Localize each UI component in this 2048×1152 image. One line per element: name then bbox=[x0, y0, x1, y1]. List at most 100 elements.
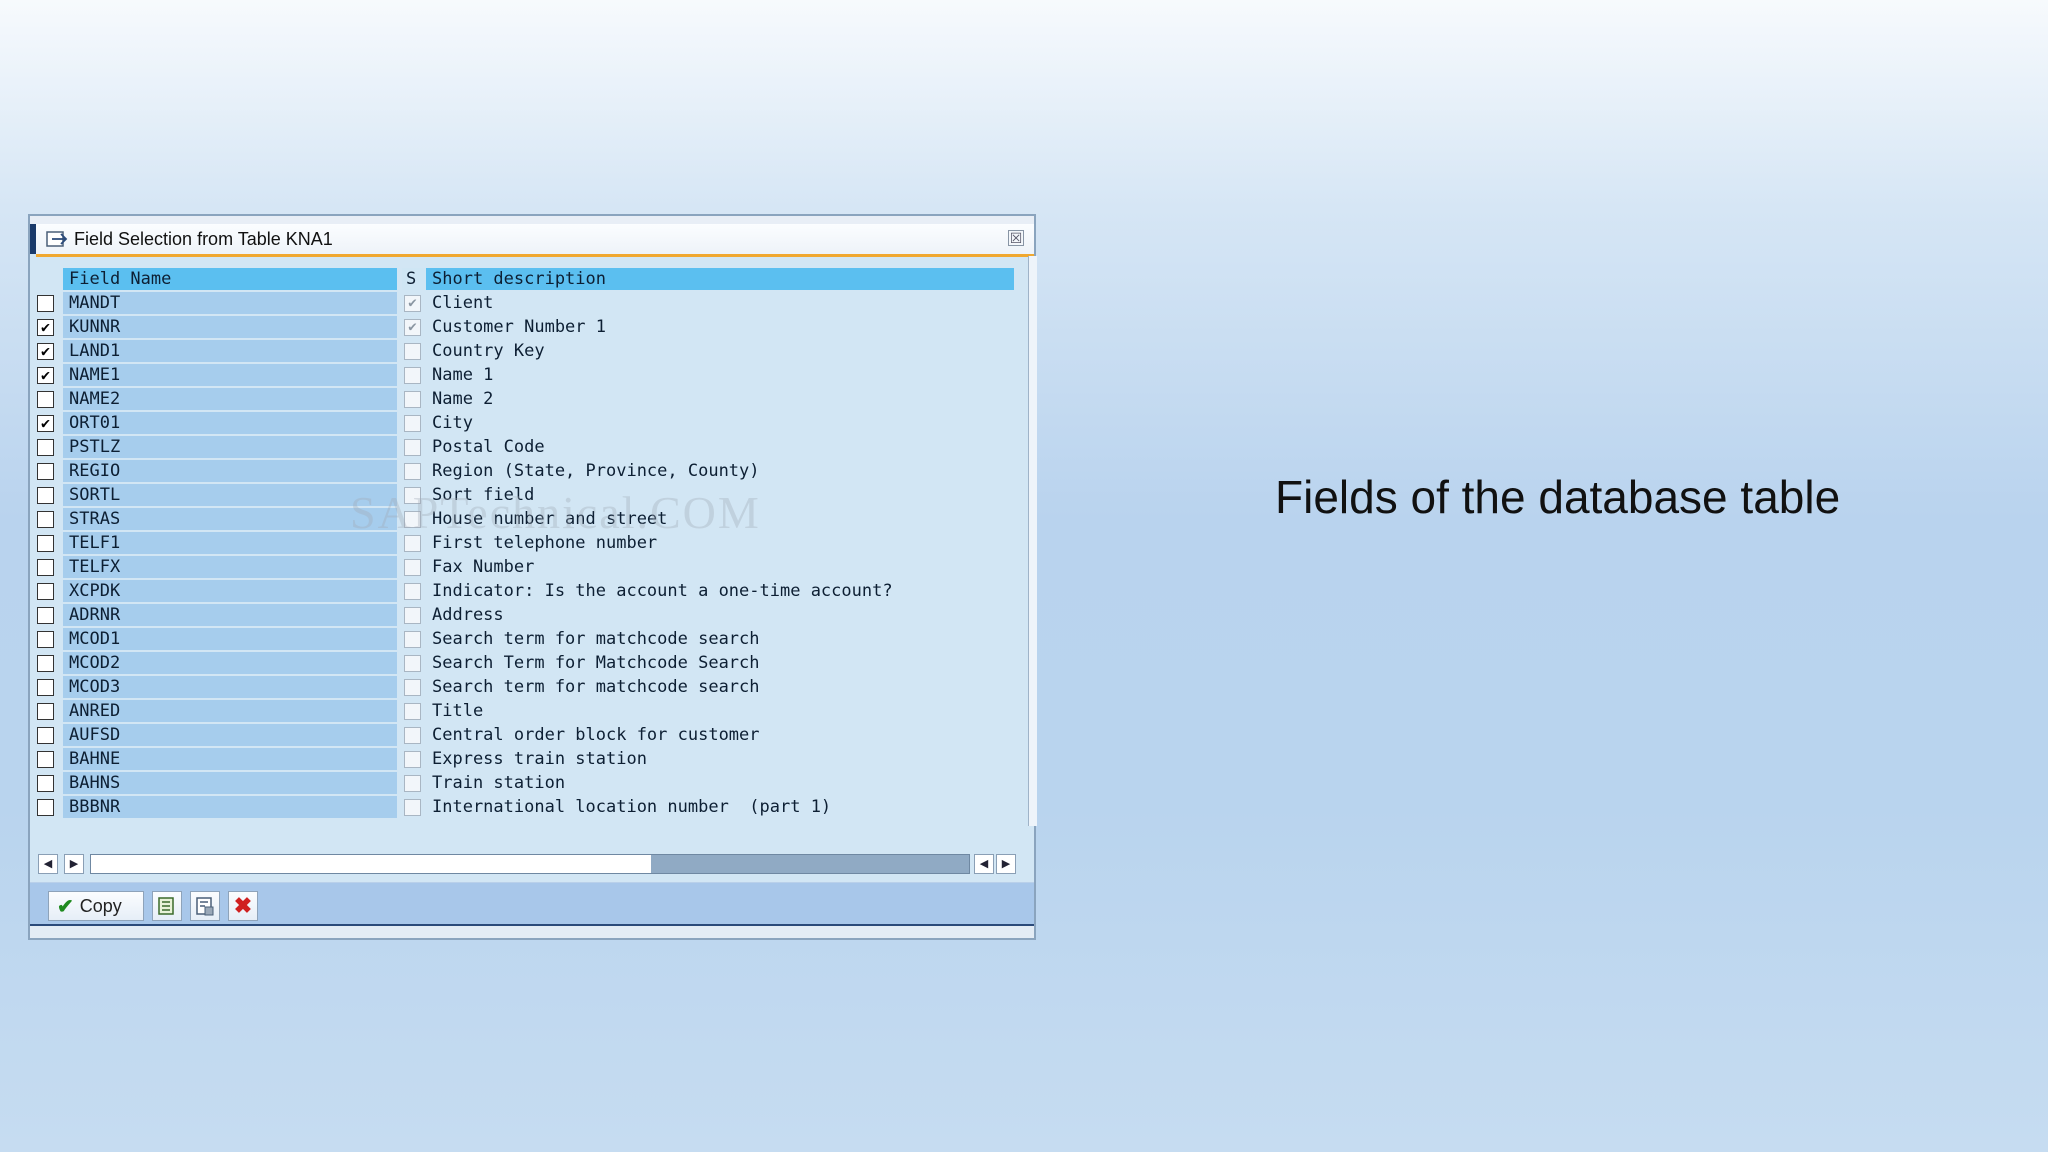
short-description-cell: Indicator: Is the account a one-time acc… bbox=[432, 581, 893, 601]
horizontal-scrollbar[interactable]: ◀ ▶ ◀ ▶ bbox=[38, 854, 1016, 874]
short-description-cell: Search term for matchcode search bbox=[432, 629, 760, 649]
field-name-cell: REGIO bbox=[63, 460, 397, 482]
s-checkbox: ✔ bbox=[404, 295, 421, 312]
row-select-checkbox[interactable] bbox=[37, 751, 54, 768]
short-description-cell: Postal Code bbox=[432, 437, 545, 457]
cancel-button[interactable]: ✖ bbox=[228, 891, 258, 921]
row-select-checkbox[interactable] bbox=[37, 559, 54, 576]
row-select-checkbox[interactable]: ✔ bbox=[37, 415, 54, 432]
table-row[interactable]: SORTL Sort field bbox=[30, 484, 1030, 506]
row-select-checkbox[interactable]: ✔ bbox=[37, 319, 54, 336]
short-description-cell: International location number (part 1) bbox=[432, 797, 832, 817]
select-all-icon bbox=[158, 897, 174, 915]
row-select-checkbox[interactable] bbox=[37, 775, 54, 792]
table-row[interactable]: STRAS House number and street bbox=[30, 508, 1030, 530]
row-select-checkbox[interactable] bbox=[37, 607, 54, 624]
row-select-checkbox[interactable] bbox=[37, 631, 54, 648]
short-description-cell: Search Term for Matchcode Search bbox=[432, 653, 760, 673]
field-name-cell: BAHNE bbox=[63, 748, 397, 770]
deselect-all-button[interactable] bbox=[190, 891, 220, 921]
table-row[interactable]: ✔ KUNNR ✔ Customer Number 1 bbox=[30, 316, 1030, 338]
scroll-page-right-icon[interactable]: ▶ bbox=[996, 854, 1016, 874]
table-row[interactable]: ANRED Title bbox=[30, 700, 1030, 722]
dialog-window-icon bbox=[46, 231, 68, 247]
scroll-right-icon[interactable]: ▶ bbox=[64, 854, 84, 874]
s-checkbox bbox=[404, 487, 421, 504]
s-checkbox bbox=[404, 439, 421, 456]
row-select-checkbox[interactable] bbox=[37, 583, 54, 600]
field-name-cell: ADRNR bbox=[63, 604, 397, 626]
row-select-checkbox[interactable] bbox=[37, 439, 54, 456]
row-select-checkbox[interactable] bbox=[37, 727, 54, 744]
row-select-checkbox[interactable] bbox=[37, 295, 54, 312]
table-row[interactable]: ADRNR Address bbox=[30, 604, 1030, 626]
s-checkbox bbox=[404, 535, 421, 552]
short-description-cell: City bbox=[432, 413, 473, 433]
s-checkbox bbox=[404, 775, 421, 792]
select-all-button[interactable] bbox=[152, 891, 182, 921]
scroll-thumb[interactable] bbox=[91, 855, 651, 873]
scroll-page-left-icon[interactable]: ◀ bbox=[974, 854, 994, 874]
table-row[interactable]: ✔ LAND1 Country Key bbox=[30, 340, 1030, 362]
table-row[interactable]: ✔ ORT01 City bbox=[30, 412, 1030, 434]
table-row[interactable]: TELFX Fax Number bbox=[30, 556, 1030, 578]
s-checkbox bbox=[404, 367, 421, 384]
table-row[interactable]: PSTLZ Postal Code bbox=[30, 436, 1030, 458]
field-name-cell: ORT01 bbox=[63, 412, 397, 434]
copy-button-label: Copy bbox=[79, 895, 122, 916]
close-button[interactable]: ☒ bbox=[1008, 230, 1024, 246]
s-checkbox bbox=[404, 583, 421, 600]
copy-button[interactable]: ✔ Copy bbox=[48, 891, 144, 921]
row-select-checkbox[interactable] bbox=[37, 679, 54, 696]
table-row[interactable]: TELF1 First telephone number bbox=[30, 532, 1030, 554]
table-row[interactable]: BAHNE Express train station bbox=[30, 748, 1030, 770]
row-select-checkbox[interactable] bbox=[37, 391, 54, 408]
column-header-field-name[interactable]: Field Name bbox=[63, 268, 397, 290]
row-select-checkbox[interactable] bbox=[37, 511, 54, 528]
short-description-cell: Express train station bbox=[432, 749, 647, 769]
checkmark-icon: ✔ bbox=[57, 895, 74, 918]
short-description-cell: Search term for matchcode search bbox=[432, 677, 760, 697]
vertical-scrollbar[interactable] bbox=[1028, 256, 1037, 826]
table-row[interactable]: MCOD3 Search term for matchcode search bbox=[30, 676, 1030, 698]
field-name-cell: KUNNR bbox=[63, 316, 397, 338]
table-row[interactable]: NAME2 Name 2 bbox=[30, 388, 1030, 410]
s-checkbox bbox=[404, 343, 421, 360]
table-row[interactable]: REGIO Region (State, Province, County) bbox=[30, 460, 1030, 482]
dialog-titlebar[interactable]: Field Selection from Table KNA1 ☒ bbox=[36, 224, 1034, 257]
s-checkbox bbox=[404, 655, 421, 672]
table-row[interactable]: MCOD2 Search Term for Matchcode Search bbox=[30, 652, 1030, 674]
row-select-checkbox[interactable] bbox=[37, 487, 54, 504]
field-name-cell: TELFX bbox=[63, 556, 397, 578]
column-header-short-description[interactable]: Short description bbox=[426, 268, 1014, 290]
row-select-checkbox[interactable] bbox=[37, 655, 54, 672]
row-select-checkbox[interactable] bbox=[37, 535, 54, 552]
row-select-checkbox[interactable]: ✔ bbox=[37, 343, 54, 360]
field-name-cell: AUFSD bbox=[63, 724, 397, 746]
s-checkbox bbox=[404, 391, 421, 408]
table-row[interactable]: ✔ NAME1 Name 1 bbox=[30, 364, 1030, 386]
dialog-toolbar: ✔ Copy ✖ bbox=[30, 882, 1034, 925]
table-row[interactable]: BBBNR International location number (part… bbox=[30, 796, 1030, 818]
field-name-cell: MCOD1 bbox=[63, 628, 397, 650]
short-description-cell: Address bbox=[432, 605, 504, 625]
s-checkbox bbox=[404, 511, 421, 528]
field-name-cell: MCOD3 bbox=[63, 676, 397, 698]
scroll-left-icon[interactable]: ◀ bbox=[38, 854, 58, 874]
short-description-cell: House number and street bbox=[432, 509, 668, 529]
row-select-checkbox[interactable] bbox=[37, 463, 54, 480]
table-row[interactable]: MCOD1 Search term for matchcode search bbox=[30, 628, 1030, 650]
table-row[interactable]: BAHNS Train station bbox=[30, 772, 1030, 794]
s-checkbox bbox=[404, 559, 421, 576]
table-row[interactable]: XCPDK Indicator: Is the account a one-tim… bbox=[30, 580, 1030, 602]
cancel-icon: ✖ bbox=[233, 893, 253, 918]
s-checkbox bbox=[404, 751, 421, 768]
row-select-checkbox[interactable] bbox=[37, 703, 54, 720]
table-row[interactable]: MANDT ✔ Client bbox=[30, 292, 1030, 314]
row-select-checkbox[interactable] bbox=[37, 799, 54, 816]
table-row[interactable]: AUFSD Central order block for customer bbox=[30, 724, 1030, 746]
scroll-track[interactable] bbox=[90, 854, 970, 874]
dialog-bottom-strip bbox=[30, 924, 1034, 938]
row-select-checkbox[interactable]: ✔ bbox=[37, 367, 54, 384]
short-description-cell: Customer Number 1 bbox=[432, 317, 606, 337]
